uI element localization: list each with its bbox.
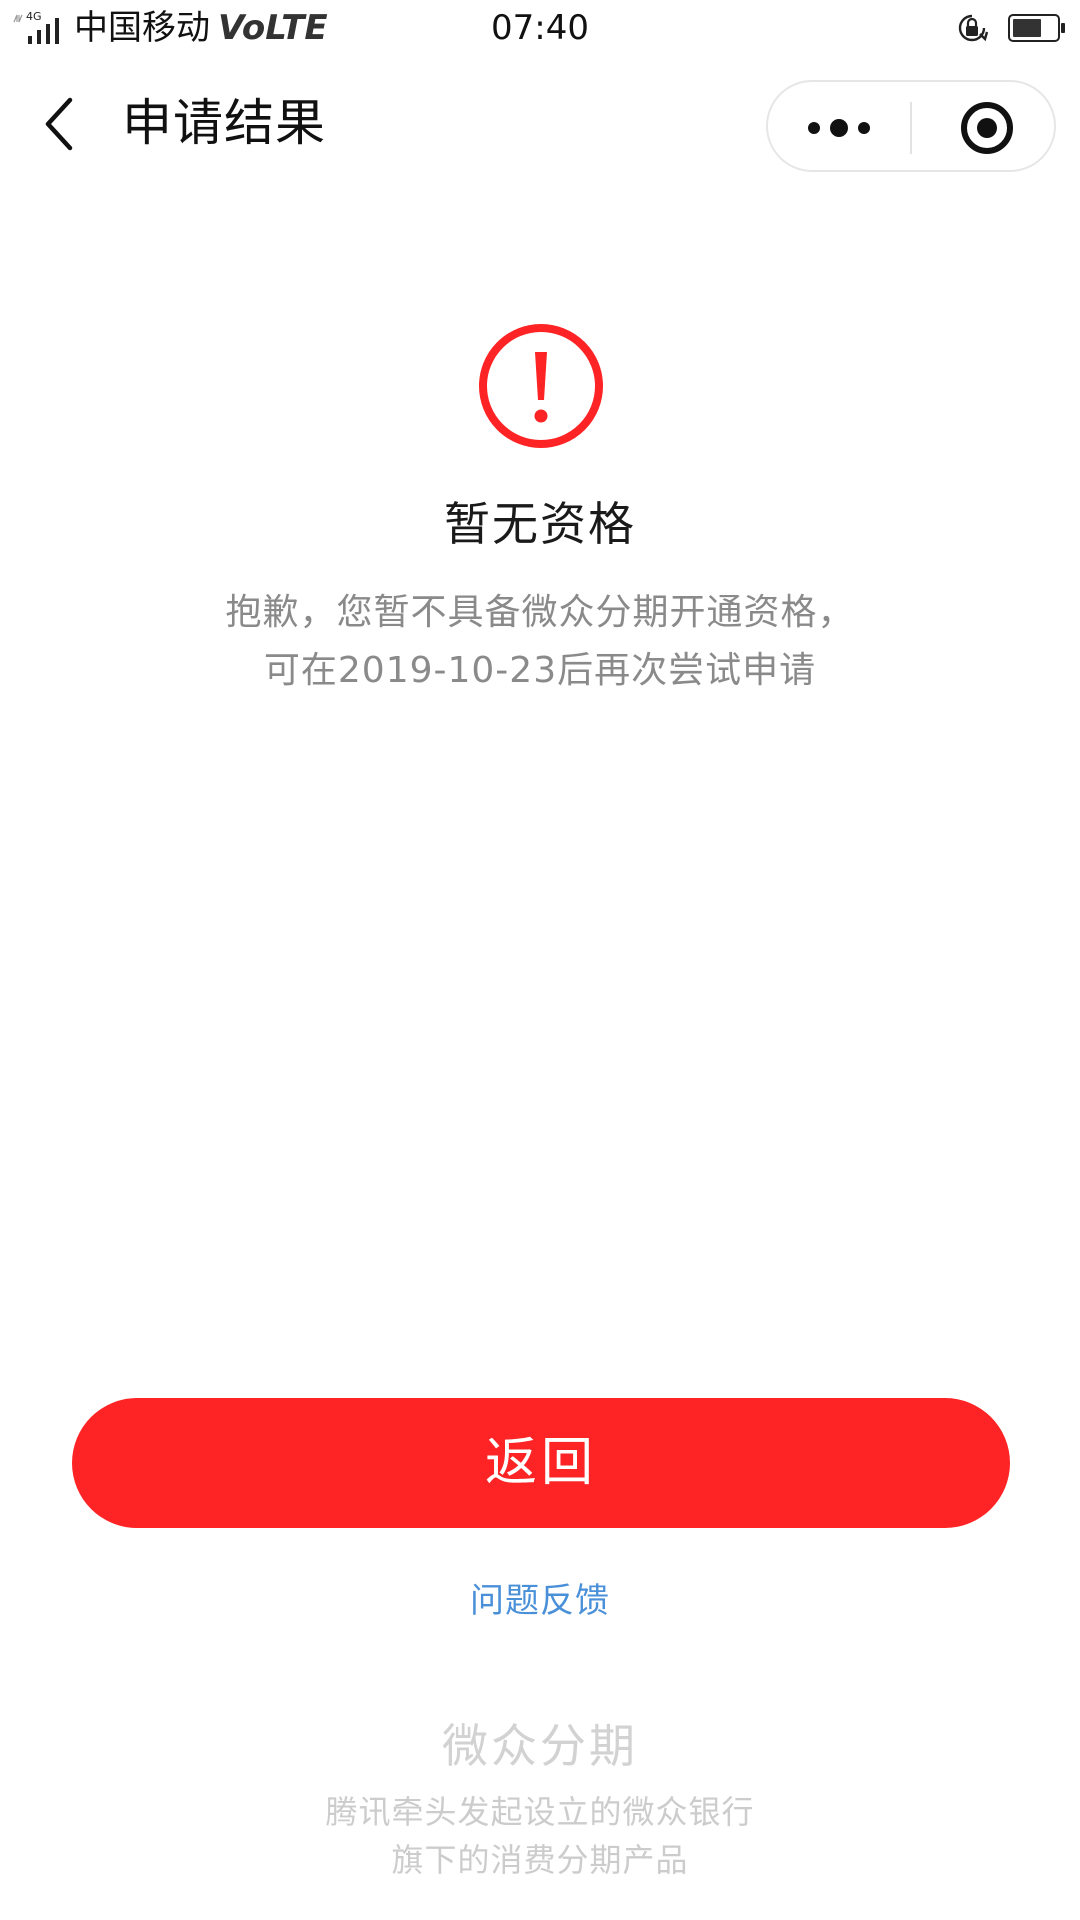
feedback-link[interactable]: 问题反馈 (0, 1578, 1080, 1624)
nav-header: 申请结果 (0, 58, 1080, 188)
status-bar: 4G 中国移动 VoLTE 07:40 (0, 0, 1080, 58)
close-miniprogram-icon[interactable] (960, 101, 1014, 155)
battery-icon (1008, 14, 1065, 42)
more-options-icon[interactable] (806, 108, 872, 148)
return-button[interactable]: 返回 (72, 1398, 1010, 1528)
result-title: 暂无资格 (444, 497, 636, 551)
rotation-lock-icon (958, 14, 989, 42)
brand-description: 腾讯牵头发起设立的微众银行 旗下的消费分期产品 (0, 1788, 1080, 1884)
brand-description-line1: 腾讯牵头发起设立的微众银行 (325, 1793, 755, 1831)
capsule-divider (910, 102, 912, 154)
status-time: 07:40 (491, 8, 589, 48)
page-title: 申请结果 (122, 94, 326, 152)
exclamation-circle-icon (479, 324, 603, 448)
miniprogram-capsule (766, 80, 1056, 172)
back-arrow-icon[interactable] (40, 96, 80, 152)
brand-name: 微众分期 (442, 1719, 638, 1773)
brand-description-line2: 旗下的消费分期产品 (391, 1841, 689, 1879)
result-description: 抱歉，您暂不具备微众分期开通资格，可在2019-10-23后再次尝试申请 (225, 592, 855, 691)
